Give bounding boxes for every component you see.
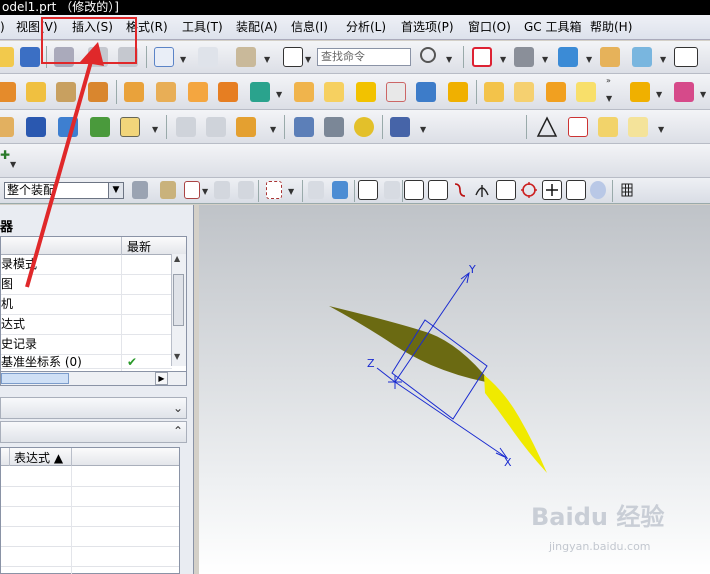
nx-window: odel1.prt （修改的）] ) 视图(V) 插入(S) 格式(R) 工具(… bbox=[0, 0, 710, 574]
annotation-arrow-icon bbox=[25, 42, 104, 288]
